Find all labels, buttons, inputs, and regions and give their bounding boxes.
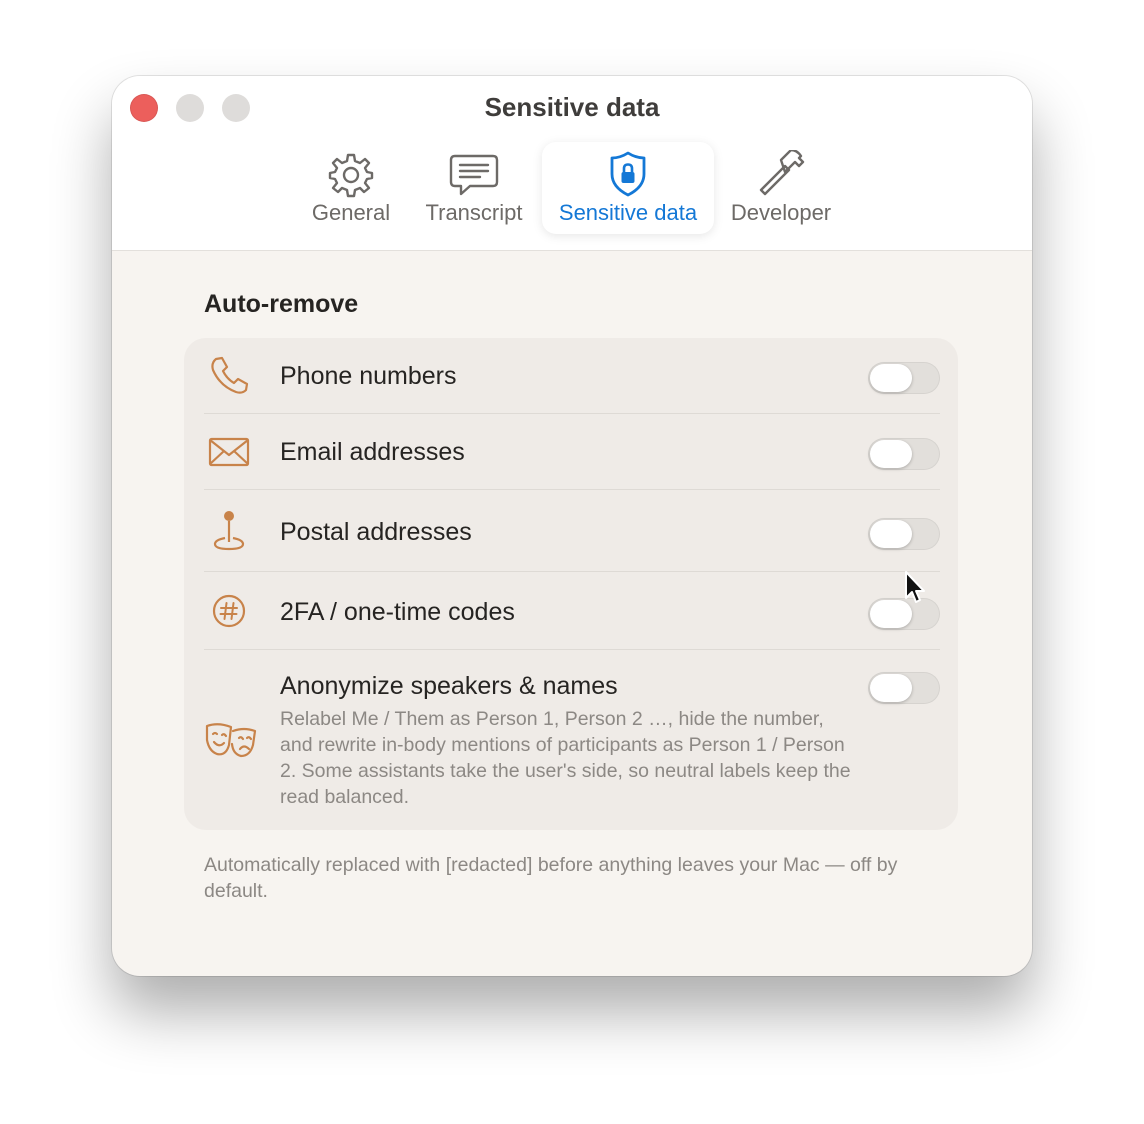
email-addresses-toggle[interactable] xyxy=(868,438,940,470)
row-label: Email addresses xyxy=(280,438,465,466)
envelope-icon xyxy=(208,437,250,467)
tab-label: Sensitive data xyxy=(558,200,698,225)
map-pin-icon xyxy=(213,511,245,551)
row-label: Phone numbers xyxy=(280,362,457,390)
gear-icon xyxy=(328,153,374,198)
row-label: Postal addresses xyxy=(280,518,472,546)
postal-addresses-toggle[interactable] xyxy=(868,518,940,550)
tab-label: General xyxy=(311,200,391,225)
theater-masks-icon xyxy=(205,723,257,758)
setting-row-postal-addresses: Postal addresses xyxy=(204,490,940,572)
number-sign-icon xyxy=(212,594,246,628)
row-description: Relabel Me / Them as Person 1, Person 2 … xyxy=(280,708,851,808)
tab-developer[interactable]: Developer xyxy=(724,142,838,234)
tab-general[interactable]: General xyxy=(300,142,402,234)
row-label: Anonymize speakers & names xyxy=(280,672,618,700)
row-label: 2FA / one-time codes xyxy=(280,598,515,626)
setting-row-2fa-codes: 2FA / one-time codes xyxy=(204,572,940,650)
tab-label: Developer xyxy=(730,200,832,225)
settings-window: Sensitive data General Transcript Sensit… xyxy=(112,76,1032,976)
hammer-icon xyxy=(759,150,805,196)
mouse-cursor-icon xyxy=(905,571,925,603)
anonymize-toggle[interactable] xyxy=(868,672,940,704)
tab-transcript[interactable]: Transcript xyxy=(412,142,536,234)
footer-note: Automatically replaced with [redacted] b… xyxy=(204,854,898,902)
section-title: Auto-remove xyxy=(204,290,359,318)
tab-sensitive-data[interactable]: Sensitive data xyxy=(542,142,714,234)
window-title: Sensitive data xyxy=(484,92,660,122)
auto-remove-card: Phone numbers Email addresses Postal add… xyxy=(184,338,958,830)
phone-icon xyxy=(211,356,249,394)
speech-bubble-icon xyxy=(449,154,499,196)
phone-numbers-toggle[interactable] xyxy=(868,362,940,394)
setting-row-email-addresses: Email addresses xyxy=(204,414,940,490)
lock-shield-icon xyxy=(610,151,646,197)
setting-row-phone-numbers: Phone numbers xyxy=(204,338,940,414)
toolbar: Sensitive data General Transcript Sensit… xyxy=(112,76,1032,251)
tab-label: Transcript xyxy=(425,200,523,225)
setting-row-anonymize: Anonymize speakers & names Relabel Me / … xyxy=(204,650,940,830)
